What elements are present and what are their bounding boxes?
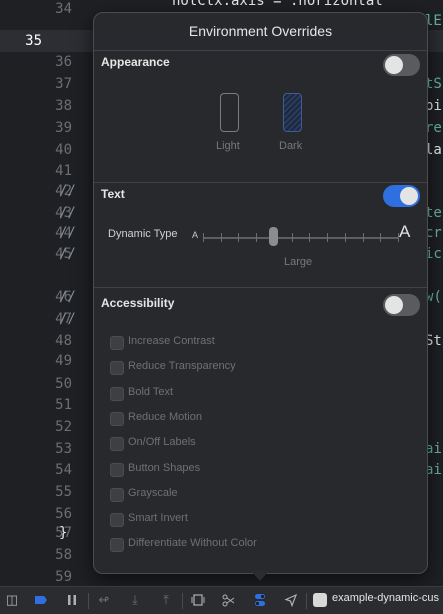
slider-tick <box>345 233 346 242</box>
slider-tick <box>221 233 222 242</box>
accessibility-label: Accessibility <box>101 296 175 310</box>
small-a-icon: A <box>192 230 199 240</box>
line-number: 55 <box>55 484 72 500</box>
checkbox[interactable] <box>110 538 124 553</box>
step-out-icon[interactable]: ⤒ <box>159 593 173 607</box>
slider-tick <box>309 233 310 242</box>
scheme-label[interactable]: example-dynamic-cus <box>332 592 439 604</box>
slider-tick <box>380 233 381 242</box>
slider-tick <box>203 233 204 242</box>
accessibility-option-label: Reduce Motion <box>128 410 202 423</box>
code-comment: // <box>59 289 76 305</box>
slider-tick <box>256 233 257 242</box>
code-comment: // <box>59 183 76 199</box>
code-brace: } <box>59 525 68 541</box>
code-comment: // <box>59 205 76 221</box>
popover-pointer <box>251 571 269 581</box>
line-number: 49 <box>55 353 72 369</box>
environment-overrides-icon[interactable] <box>253 593 267 607</box>
appearance-toggle[interactable] <box>383 54 420 76</box>
memory-graph-icon[interactable] <box>222 593 236 607</box>
slider-tick <box>363 233 364 242</box>
line-number: 51 <box>55 397 72 413</box>
line-number: 48 <box>55 333 72 349</box>
breakpoints-icon[interactable] <box>34 593 48 607</box>
accessibility-option-label: Grayscale <box>128 486 178 499</box>
line-number: 59 <box>55 569 72 585</box>
pause-icon[interactable] <box>65 593 79 607</box>
line-number: 54 <box>55 462 72 478</box>
light-label: Light <box>216 140 240 152</box>
line-number: 37 <box>55 76 72 92</box>
dark-label: Dark <box>279 140 303 152</box>
checkbox[interactable] <box>110 386 124 401</box>
appearance-section: Appearance Light Dark <box>94 50 427 183</box>
big-a-icon: A <box>399 222 411 241</box>
toggle-knob <box>385 56 403 74</box>
popover-title: Environment Overrides <box>188 23 333 39</box>
line-number: 40 <box>55 142 72 158</box>
toolbar-separator <box>88 593 89 609</box>
dark-phone-icon[interactable] <box>283 93 302 132</box>
accessibility-option-label: Button Shapes <box>128 461 201 474</box>
dynamic-type-value: Large <box>284 256 313 268</box>
toggle-knob <box>385 296 403 314</box>
toolbar-separator <box>182 593 183 609</box>
app-target-icon <box>313 593 327 607</box>
line-number: 34 <box>55 1 72 17</box>
accessibility-option-label: Smart Invert <box>128 512 188 525</box>
toggle-knob <box>400 187 418 205</box>
slider-tick <box>292 233 293 242</box>
accessibility-option-label: Bold Text <box>128 385 174 398</box>
code-comment: // <box>59 246 76 262</box>
checkbox[interactable] <box>110 411 124 426</box>
slider-tick <box>238 233 239 242</box>
checkbox[interactable] <box>110 487 124 502</box>
accessibility-toggle[interactable] <box>383 294 420 316</box>
accessibility-option-label: Differentiate Without Color <box>128 537 257 550</box>
checkbox[interactable] <box>110 462 124 477</box>
simulate-location-icon[interactable] <box>284 593 298 608</box>
checkbox[interactable] <box>110 336 124 350</box>
code-comment: // <box>59 311 76 327</box>
slider-tick <box>327 233 328 242</box>
toolbar-separator <box>306 593 307 609</box>
line-number: 38 <box>55 98 72 114</box>
line-number: 36 <box>55 54 72 70</box>
slider-thumb[interactable] <box>269 227 278 246</box>
line-number: 52 <box>55 419 72 435</box>
line-number: 39 <box>55 120 72 136</box>
line-number: 53 <box>55 441 72 457</box>
accessibility-option-label: On/Off Labels <box>128 436 196 449</box>
step-into-icon[interactable]: ⤓ <box>128 593 142 607</box>
debug-toolbar: ◫ ↫ ⤓ ⤒ example-dynamic-cus <box>0 586 443 614</box>
dynamic-type-label: Dynamic Type <box>108 228 178 240</box>
checkbox[interactable] <box>110 513 124 528</box>
environment-overrides-popover: Environment Overrides Appearance Light D… <box>93 12 428 574</box>
checkbox[interactable] <box>110 361 124 376</box>
line-number: 50 <box>55 376 72 392</box>
accessibility-option-label: Reduce Transparency <box>128 360 236 373</box>
line-number: 41 <box>55 163 72 179</box>
dynamic-type-slider[interactable] <box>203 237 398 239</box>
code-comment: // <box>59 225 76 241</box>
checkbox[interactable] <box>110 437 124 452</box>
accessibility-option-label: Increase Contrast <box>128 335 215 347</box>
step-over-icon[interactable]: ↫ <box>97 593 111 607</box>
view-hierarchy-icon[interactable] <box>191 593 205 607</box>
accessibility-section: Accessibility <box>94 287 427 573</box>
light-phone-icon[interactable] <box>220 93 239 132</box>
code-line-34: hotCtx.axis = .horizontal <box>172 0 383 9</box>
text-toggle[interactable] <box>383 185 420 207</box>
text-label: Text <box>101 187 125 201</box>
appearance-label: Appearance <box>101 55 170 69</box>
hide-debug-area-icon[interactable]: ◫ <box>5 593 19 607</box>
line-number: 58 <box>55 547 72 563</box>
